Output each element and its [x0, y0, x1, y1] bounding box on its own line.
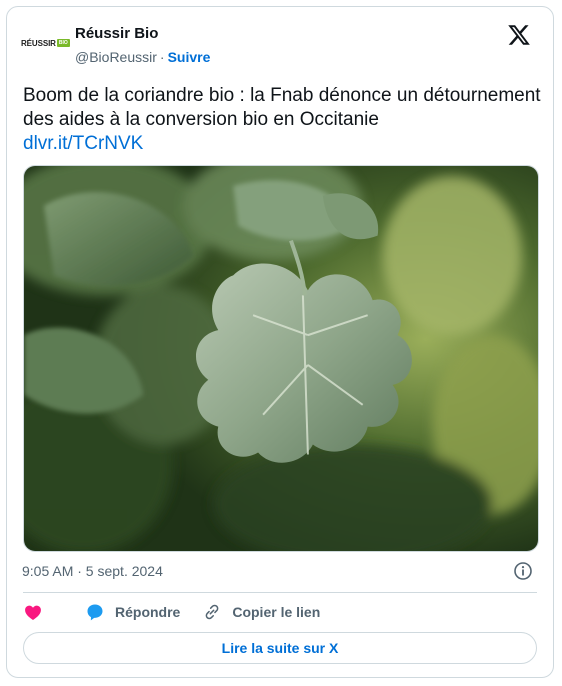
tweet-card: RÉUSSIR BIO Réussir Bio @BioReussir · Suiv…: [6, 6, 554, 678]
read-more-button[interactable]: Lire la suite sur X: [23, 632, 537, 664]
tweet-text-block: Boom de la coriandre bio : la Fnab dénon…: [23, 84, 543, 156]
link-icon: [205, 604, 219, 620]
author-name[interactable]: Réussir Bio: [75, 25, 158, 42]
tweet-image[interactable]: [23, 165, 539, 552]
reply-button[interactable]: Répondre: [85, 602, 180, 622]
reply-label: Répondre: [115, 604, 181, 620]
author-meta: @BioReussir · Suivre: [75, 49, 210, 65]
coriander-photo: [24, 166, 538, 551]
follow-button[interactable]: Suivre: [168, 49, 211, 65]
divider: [23, 592, 537, 593]
info-icon[interactable]: [513, 561, 533, 581]
like-button[interactable]: [23, 602, 53, 622]
action-bar: Répondre Copier le lien: [23, 601, 320, 623]
copy-link-button[interactable]: Copier le lien: [202, 602, 320, 622]
tweet-timestamp[interactable]: 9:05 AM · 5 sept. 2024: [22, 563, 163, 579]
avatar-logo-tag: BIO: [56, 39, 70, 47]
copy-link-label: Copier le lien: [232, 604, 321, 620]
avatar[interactable]: RÉUSSIR BIO: [21, 34, 71, 52]
avatar-logo-text: RÉUSSIR: [21, 38, 56, 48]
reply-bubble-icon: [87, 604, 103, 621]
separator: ·: [159, 49, 165, 65]
tweet-link[interactable]: dlvr.it/TCrNVK: [23, 132, 543, 156]
author-handle[interactable]: @BioReussir: [75, 49, 157, 65]
tweet-body: Boom de la coriandre bio : la Fnab dénon…: [23, 85, 541, 130]
x-logo-icon[interactable]: [507, 23, 531, 47]
heart-icon: [25, 605, 41, 620]
